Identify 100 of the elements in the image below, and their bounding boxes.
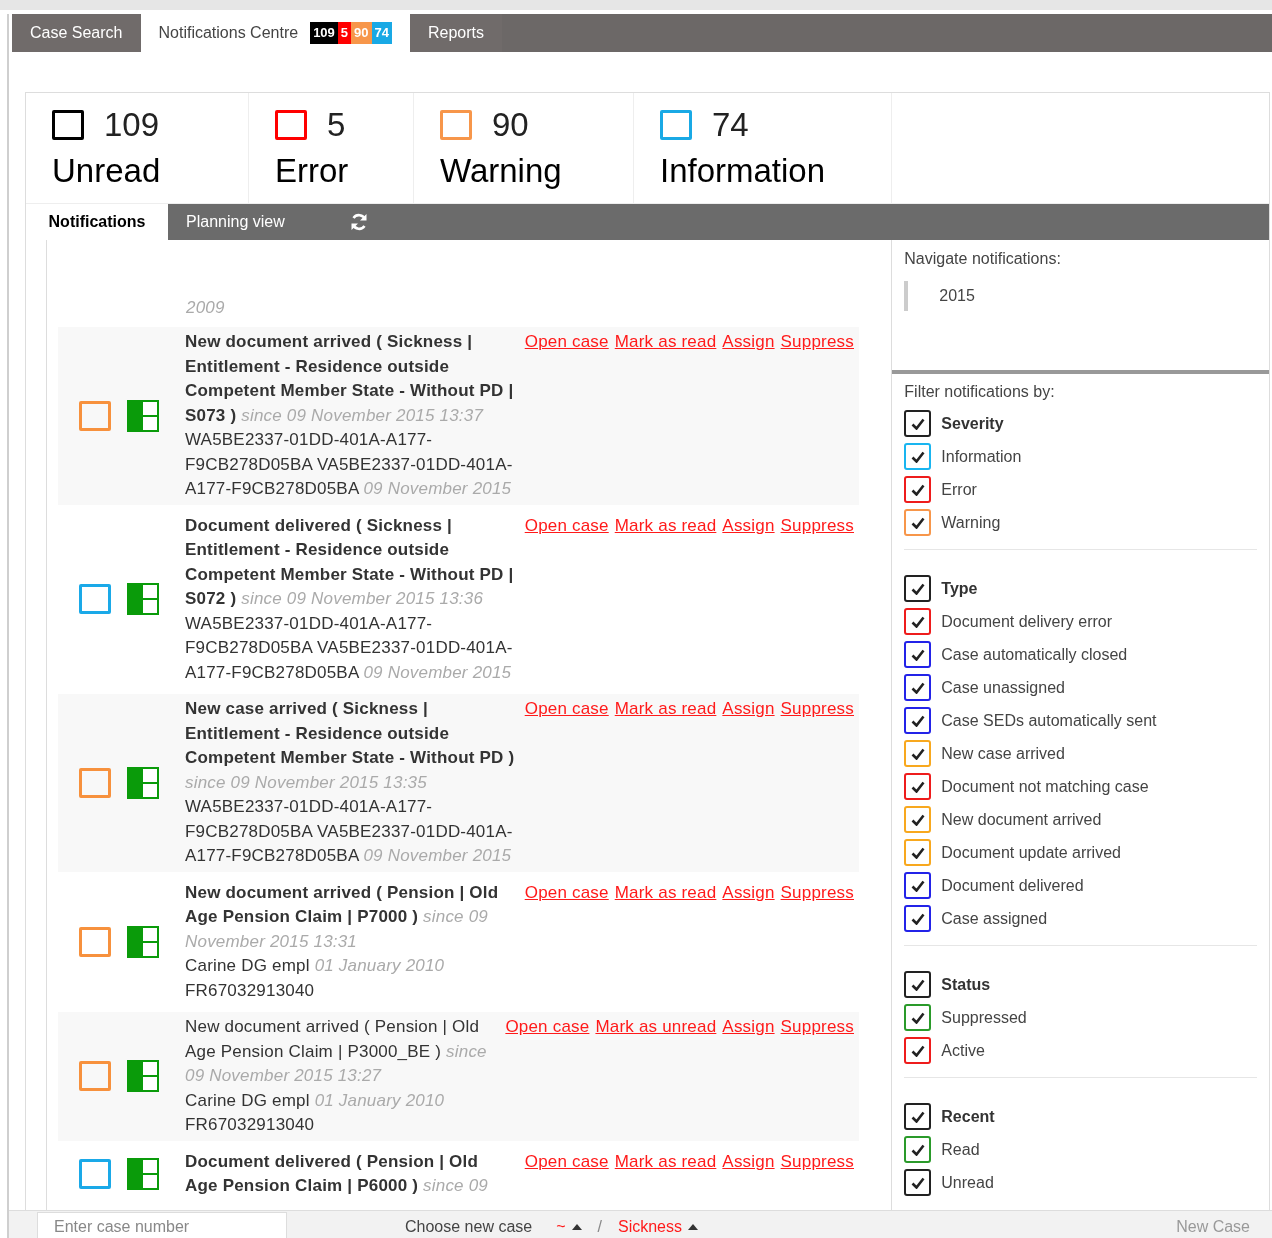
- action-link[interactable]: Open case: [524, 880, 609, 905]
- stat-label: Error: [275, 151, 350, 191]
- caret-icon: [571, 1223, 582, 1230]
- section-title: Navigate notifications:: [904, 249, 1062, 269]
- action-link[interactable]: Suppress: [780, 1015, 854, 1040]
- action-link[interactable]: Open case: [524, 697, 609, 722]
- checkbox[interactable]: [904, 707, 932, 734]
- stat-label: Information: [660, 151, 827, 191]
- filter-label: Unread: [941, 1172, 994, 1193]
- stat-count: 109: [104, 105, 160, 145]
- check-icon: [910, 681, 925, 694]
- check-icon: [910, 1176, 925, 1189]
- action-link[interactable]: Suppress: [780, 880, 854, 905]
- notification-text: Document delivered ( Pension | Old Age Pension Claim | P6000 ) since 09: [185, 1150, 489, 1197]
- filter-label: Document update arrived: [941, 842, 1121, 863]
- checkbox[interactable]: [904, 839, 932, 866]
- count-badge: 109: [310, 22, 338, 44]
- checkbox[interactable]: [904, 806, 932, 833]
- check-icon: [910, 813, 925, 826]
- checkbox[interactable]: [904, 1103, 932, 1130]
- action-link[interactable]: Open case: [505, 1015, 590, 1040]
- date-text: 2009: [186, 298, 225, 317]
- notification-text: New document arrived ( Sickness | Entitlement - Residence outside Competent Member State - Without PD | S073 ) since 09 November 2015 13:37 WA5BE2337-01DD-401A-A177-F9CB278D05BA VA5BE2337-01DD-401A-A177-F9CB278D05BA 09 November 2015: [185, 331, 515, 500]
- notification-text: New document arrived ( Pension | Old Age Pension Claim | P7000 ) since 09 November 2015 13:31 Carine DG empl 01 January 2010 FR67032913040: [185, 881, 500, 1002]
- check-icon: [910, 1143, 925, 1156]
- action-link[interactable]: Mark as read: [614, 513, 717, 538]
- checkbox[interactable]: [904, 476, 932, 503]
- check-icon: [910, 912, 925, 925]
- filter-label: Document delivery error: [941, 611, 1113, 632]
- check-icon: [910, 1044, 925, 1057]
- checkbox[interactable]: [904, 872, 932, 899]
- filter-label: New document arrived: [941, 809, 1102, 830]
- tab[interactable]: Planning view: [168, 204, 303, 240]
- breadcrumb-dropdown[interactable]: ~: [556, 1214, 582, 1238]
- new-case-button[interactable]: New Case: [1176, 1214, 1250, 1238]
- action-link[interactable]: Assign: [722, 330, 775, 355]
- checkbox[interactable]: [904, 971, 932, 998]
- checkbox[interactable]: [904, 1169, 932, 1196]
- action-link[interactable]: Assign: [722, 1149, 775, 1174]
- check-icon: [910, 483, 925, 496]
- action-link[interactable]: Open case: [524, 330, 609, 355]
- stat-label: Unread: [52, 151, 162, 191]
- stat-count: 74: [712, 105, 749, 145]
- tab[interactable]: Notifications: [26, 204, 168, 240]
- action-link[interactable]: Assign: [722, 880, 775, 905]
- check-icon: [910, 747, 925, 760]
- action-link[interactable]: Mark as read: [614, 880, 717, 905]
- checkbox[interactable]: [904, 674, 932, 701]
- action-link[interactable]: Mark as read: [614, 1149, 717, 1174]
- action-link[interactable]: Assign: [722, 1015, 775, 1040]
- action-link[interactable]: Mark as read: [614, 697, 717, 722]
- filter-label: Error: [941, 479, 977, 500]
- tab[interactable]: Notifications Centre 109 5 90 74: [140, 14, 410, 52]
- filter-label: Case SEDs automatically sent: [941, 710, 1157, 731]
- action-link[interactable]: Suppress: [780, 513, 854, 538]
- action-link[interactable]: Suppress: [780, 1149, 854, 1174]
- check-icon: [910, 516, 925, 529]
- section-title: Filter notifications by:: [904, 382, 1056, 402]
- tab[interactable]: Case Search: [12, 14, 141, 52]
- stat-count: 90: [492, 105, 529, 145]
- filter-group-label: Status: [941, 974, 991, 995]
- action-link[interactable]: Mark as read: [614, 330, 717, 355]
- filter-label: Information: [941, 446, 1022, 467]
- count-badge: 90: [351, 22, 372, 44]
- action-link[interactable]: Suppress: [780, 697, 854, 722]
- separator: /: [597, 1216, 602, 1237]
- notification-text: New document arrived ( Pension | Old Age Pension Claim | P3000_BE ) since 09 November 2015 13:27 Carine DG empl 01 January 2010 FR67032913040: [185, 1016, 488, 1136]
- checkbox[interactable]: [904, 509, 932, 536]
- action-link[interactable]: Assign: [722, 513, 775, 538]
- breadcrumb-dropdown[interactable]: Sickness: [618, 1214, 698, 1238]
- checkbox[interactable]: [904, 1004, 932, 1031]
- checkbox[interactable]: [904, 1136, 932, 1163]
- filter-label: Case automatically closed: [941, 644, 1128, 665]
- check-icon: [910, 615, 925, 628]
- case-number-field[interactable]: Enter case number: [37, 1211, 287, 1238]
- year-item[interactable]: 2015: [904, 281, 975, 311]
- checkbox[interactable]: [904, 641, 932, 668]
- action-link[interactable]: Suppress: [780, 330, 854, 355]
- checkbox[interactable]: [904, 575, 932, 602]
- action-link[interactable]: Assign: [722, 697, 775, 722]
- checkbox[interactable]: [904, 905, 932, 932]
- filter-label: Case unassigned: [941, 677, 1065, 698]
- check-icon: [910, 1011, 925, 1024]
- checkbox[interactable]: [904, 773, 932, 800]
- check-icon: [910, 879, 925, 892]
- check-icon: [910, 648, 925, 661]
- tab[interactable]: Reports: [410, 14, 503, 52]
- checkbox[interactable]: [904, 1037, 932, 1064]
- notification-text: New case arrived ( Sickness | Entitlement - Residence outside Competent Member State - Without PD ) since 09 November 2015 13:35 WA5BE2337-01DD-401A-A177-F9CB278D05BA VA5BE2337-01DD-401A-A177-F9CB278D05BA 09 November 2015: [185, 698, 515, 867]
- action-link[interactable]: Open case: [524, 1149, 609, 1174]
- filter-label: Case assigned: [941, 908, 1048, 929]
- filter-label: Document not matching case: [941, 776, 1149, 797]
- checkbox[interactable]: [904, 443, 932, 470]
- action-link[interactable]: Open case: [524, 513, 609, 538]
- action-link[interactable]: Mark as unread: [595, 1015, 717, 1040]
- checkbox[interactable]: [904, 608, 932, 635]
- filter-label: New case arrived: [941, 743, 1065, 764]
- check-icon: [910, 978, 925, 991]
- checkbox[interactable]: [904, 740, 932, 767]
- checkbox[interactable]: [904, 410, 932, 437]
